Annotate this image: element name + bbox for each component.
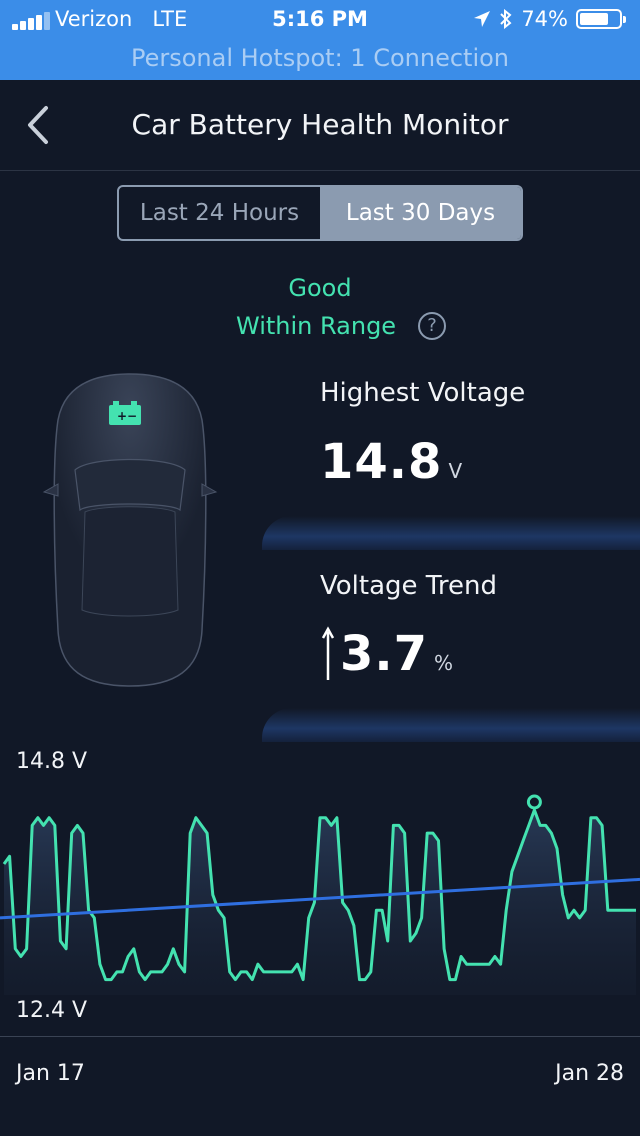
x-axis-line [0, 1036, 640, 1037]
highest-voltage-divider [262, 516, 640, 550]
y-axis-min-label: 12.4 V [16, 998, 88, 1023]
nav-bar: Car Battery Health Monitor [0, 80, 640, 171]
car-battery-icon: + − [109, 401, 141, 425]
location-icon [474, 11, 491, 27]
tab-last-24-hours[interactable]: Last 24 Hours [119, 187, 320, 239]
hotspot-banner[interactable]: Personal Hotspot: 1 Connection [0, 44, 640, 72]
voltage-trend-divider [262, 708, 640, 742]
voltage-trend-unit: % [434, 651, 455, 675]
trend-up-arrow-icon [321, 626, 335, 680]
x-axis-end-label: Jan 28 [555, 1061, 624, 1086]
battery-percent: 74% [521, 7, 568, 31]
battery-fill [580, 13, 608, 25]
voltage-chart [0, 794, 640, 995]
bluetooth-icon [500, 9, 512, 29]
svg-text:+: + [117, 409, 127, 423]
voltage-trend-label: Voltage Trend [320, 571, 497, 601]
highest-voltage-value: 14.8 V [320, 434, 464, 490]
status-bar: Verizon LTE 5:16 PM 74% Personal Hotspot… [0, 0, 640, 80]
x-axis-start-label: Jan 17 [16, 1061, 85, 1086]
range-segmented-control: Last 24 Hours Last 30 Days [117, 185, 523, 241]
voltage-trend-value: 3.7% [340, 626, 455, 682]
health-status: Good [288, 274, 352, 302]
range-status: Within Range [236, 312, 397, 340]
highest-voltage-unit: V [448, 459, 464, 483]
battery-icon [576, 9, 626, 29]
svg-text:−: − [127, 409, 137, 423]
page-title: Car Battery Health Monitor [131, 108, 509, 141]
highest-voltage-label: Highest Voltage [320, 378, 526, 408]
help-icon[interactable]: ? [418, 312, 446, 340]
peak-marker [526, 794, 542, 810]
y-axis-max-label: 14.8 V [16, 749, 88, 774]
tab-last-30-days[interactable]: Last 30 Days [320, 187, 521, 239]
